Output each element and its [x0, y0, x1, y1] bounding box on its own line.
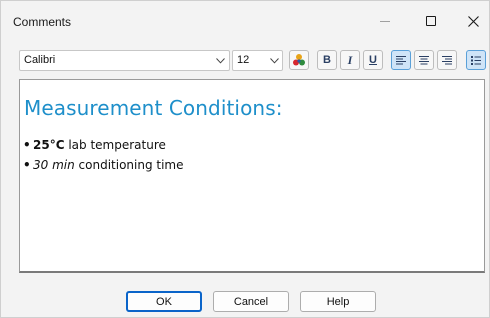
- help-button[interactable]: Help: [300, 291, 376, 312]
- font-family-select[interactable]: Calibri: [19, 50, 230, 71]
- minimize-icon: [380, 20, 390, 22]
- color-palette-icon: [293, 54, 305, 66]
- font-size-select[interactable]: 12: [232, 50, 283, 71]
- align-right-icon: [442, 55, 452, 64]
- italic-icon: I: [347, 52, 353, 67]
- maximize-icon: [426, 16, 436, 26]
- title-bar: Comments: [1, 1, 489, 41]
- list-item-text: lab temperature: [64, 138, 166, 152]
- align-center-button[interactable]: [414, 50, 434, 70]
- bullet-marker: •: [23, 158, 31, 172]
- bullet-marker: •: [23, 138, 31, 152]
- italic-button[interactable]: I: [340, 50, 360, 70]
- window-title: Comments: [13, 15, 72, 29]
- comment-heading: Measurement Conditions:: [24, 96, 283, 120]
- list-item-emphasis: 30 min: [33, 158, 75, 172]
- ok-button[interactable]: OK: [126, 291, 202, 312]
- comments-dialog: Comments Calibri 12 B I U Measurement Co…: [0, 0, 490, 318]
- list-item: • 30 min conditioning time: [23, 158, 184, 172]
- text-color-button[interactable]: [289, 50, 309, 70]
- align-left-button[interactable]: [391, 50, 411, 70]
- format-toolbar: Calibri 12 B I U: [1, 47, 489, 73]
- underline-button[interactable]: U: [363, 50, 383, 70]
- minimize-button[interactable]: [365, 7, 405, 35]
- chevron-down-icon: [268, 54, 280, 68]
- maximize-button[interactable]: [411, 7, 451, 35]
- bold-icon: B: [323, 54, 331, 66]
- list-item-text: conditioning time: [74, 158, 184, 172]
- chevron-down-icon: [214, 54, 226, 68]
- bullet-list-icon: [471, 55, 481, 65]
- comments-editor[interactable]: Measurement Conditions: • 25°C lab temper…: [19, 79, 485, 273]
- font-family-value: Calibri: [24, 54, 56, 66]
- list-item-emphasis: 25°C: [33, 138, 65, 152]
- font-size-value: 12: [237, 54, 250, 66]
- underline-icon: U: [369, 54, 377, 66]
- align-right-button[interactable]: [437, 50, 457, 70]
- bullet-list-button[interactable]: [466, 50, 486, 70]
- align-left-icon: [396, 55, 406, 64]
- close-button[interactable]: [453, 7, 490, 35]
- close-icon: [467, 15, 479, 27]
- cancel-button[interactable]: Cancel: [213, 291, 289, 312]
- align-center-icon: [419, 55, 429, 64]
- list-item: • 25°C lab temperature: [23, 138, 166, 152]
- bold-button[interactable]: B: [317, 50, 337, 70]
